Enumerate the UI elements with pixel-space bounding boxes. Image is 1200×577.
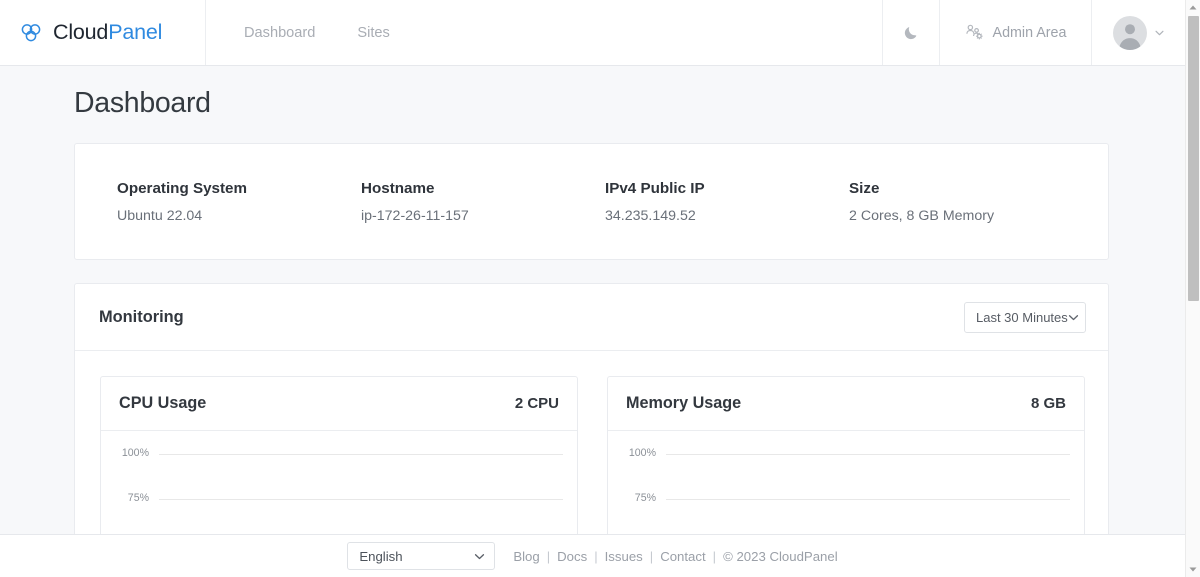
footer-link-blog[interactable]: Blog xyxy=(513,549,539,564)
nav-item-sites[interactable]: Sites xyxy=(357,25,389,41)
page-content: Dashboard Operating System Ubuntu 22.04 … xyxy=(0,66,1185,534)
brand-name-cloud: Cloud xyxy=(53,20,109,44)
cpu-chart-plot: 100% 75% xyxy=(101,431,577,534)
footer-separator: | xyxy=(712,548,717,564)
moon-icon xyxy=(903,24,920,41)
gridline xyxy=(159,499,563,500)
y-axis-tick-label: 75% xyxy=(634,492,656,504)
server-info-card: Operating System Ubuntu 22.04 Hostname i… xyxy=(74,143,1109,260)
info-label: Size xyxy=(849,179,880,197)
cpu-chart-title: CPU Usage xyxy=(119,394,207,412)
footer-separator: | xyxy=(546,548,551,564)
user-menu-button[interactable] xyxy=(1091,0,1185,65)
info-item-ipv4-public-ip: IPv4 Public IP 34.235.149.52 xyxy=(605,180,849,224)
vertical-scrollbar[interactable] xyxy=(1185,0,1200,577)
footer-separator: | xyxy=(594,548,598,564)
monitoring-card: Monitoring Last 30 Minutes CPU Usage 2 C… xyxy=(74,283,1109,534)
footer-separator: | xyxy=(649,548,654,564)
chevron-down-icon xyxy=(474,553,485,560)
header-right-group: Admin Area xyxy=(882,0,1185,65)
admin-area-button[interactable]: Admin Area xyxy=(939,0,1091,65)
footer-link-docs[interactable]: Docs xyxy=(557,549,587,564)
footer-link-issues[interactable]: Issues xyxy=(605,549,643,564)
theme-toggle-button[interactable] xyxy=(882,0,939,65)
gridline xyxy=(666,454,1070,455)
monitoring-charts: CPU Usage 2 CPU 100% 75% Memory Usage 8 … xyxy=(75,351,1108,534)
info-value: 2 Cores, 8 GB Memory xyxy=(849,207,995,224)
footer-links: Blog | Docs | Issues | Contact | © 2023 … xyxy=(513,549,837,564)
info-label: IPv4 Public IP xyxy=(605,179,705,197)
info-item-operating-system: Operating System Ubuntu 22.04 xyxy=(117,180,361,224)
brand-name-panel: Panel xyxy=(108,20,163,44)
memory-usage-chart-card: Memory Usage 8 GB 100% 75% xyxy=(607,376,1085,534)
top-header: CloudPanel Dashboard Sites Admin Area xyxy=(0,0,1185,66)
scroll-down-arrow-icon[interactable] xyxy=(1186,562,1200,577)
y-axis-tick-label: 100% xyxy=(628,447,656,459)
scroll-up-arrow-icon[interactable] xyxy=(1186,0,1200,15)
info-value: Ubuntu 22.04 xyxy=(117,207,203,224)
y-axis-tick-label: 75% xyxy=(127,492,149,504)
time-range-select[interactable]: Last 30 Minutes xyxy=(964,301,1086,333)
memory-chart-plot: 100% 75% xyxy=(608,431,1084,534)
page-title: Dashboard xyxy=(74,87,211,119)
gridline-row: 75% xyxy=(608,492,1084,504)
scrollbar-thumb[interactable] xyxy=(1188,16,1199,301)
gridline xyxy=(159,454,563,455)
users-gear-icon xyxy=(965,23,984,42)
nav-item-dashboard[interactable]: Dashboard xyxy=(244,25,315,41)
time-range-value: Last 30 Minutes xyxy=(976,309,1068,325)
memory-chart-meta: 8 GB xyxy=(1030,395,1066,412)
user-avatar-icon xyxy=(1113,15,1147,50)
memory-chart-title: Memory Usage xyxy=(626,394,742,412)
gridline-row: 75% xyxy=(101,492,577,504)
cpu-chart-meta: 2 CPU xyxy=(514,395,559,412)
caret-down-icon xyxy=(1155,30,1164,36)
main-navigation: Dashboard Sites xyxy=(206,0,882,65)
language-value: English xyxy=(359,548,403,564)
footer-copyright: © 2023 CloudPanel xyxy=(723,548,838,564)
gridline xyxy=(666,499,1070,500)
footer-link-contact[interactable]: Contact xyxy=(660,549,705,564)
gridline-row: 100% xyxy=(101,447,577,459)
gridline-row: 100% xyxy=(608,447,1084,459)
app-root: CloudPanel Dashboard Sites Admin Area Da… xyxy=(0,0,1200,577)
info-value: 34.235.149.52 xyxy=(605,207,696,224)
brand-logo-link[interactable]: CloudPanel xyxy=(0,0,206,65)
memory-chart-header: Memory Usage 8 GB xyxy=(608,377,1084,431)
info-item-hostname: Hostname ip-172-26-11-157 xyxy=(361,180,605,224)
brand-name: CloudPanel xyxy=(53,20,162,45)
page-footer: English Blog | Docs | Issues | Contact |… xyxy=(0,534,1185,577)
language-select[interactable]: English xyxy=(347,542,496,570)
cpu-chart-header: CPU Usage 2 CPU xyxy=(101,377,577,431)
chevron-down-icon xyxy=(1068,314,1079,321)
cloud-logo-icon xyxy=(18,20,44,46)
info-label: Hostname xyxy=(361,179,435,197)
info-item-size: Size 2 Cores, 8 GB Memory xyxy=(849,180,1093,224)
monitoring-title: Monitoring xyxy=(99,307,184,326)
y-axis-tick-label: 100% xyxy=(121,447,149,459)
info-value: ip-172-26-11-157 xyxy=(361,207,469,224)
info-label: Operating System xyxy=(117,179,247,197)
monitoring-header: Monitoring Last 30 Minutes xyxy=(75,284,1108,351)
cpu-usage-chart-card: CPU Usage 2 CPU 100% 75% xyxy=(100,376,578,534)
admin-area-label: Admin Area xyxy=(992,24,1067,41)
